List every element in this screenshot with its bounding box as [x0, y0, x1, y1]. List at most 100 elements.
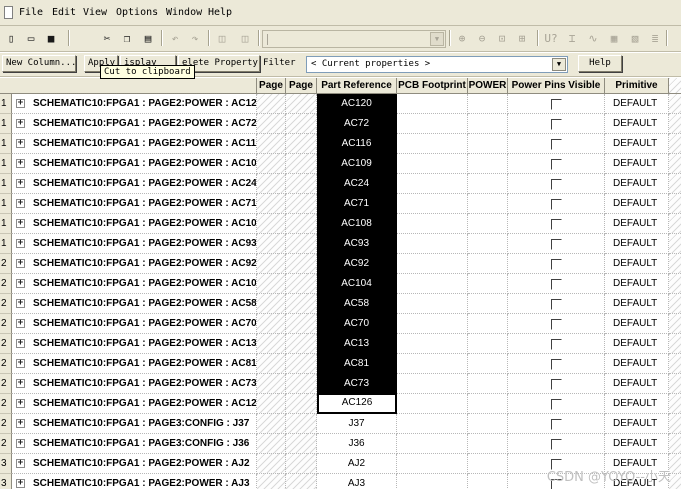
scissors-icon[interactable]: ✂: [98, 29, 116, 47]
place-part-icon[interactable]: ⌶: [563, 29, 581, 47]
power-cell[interactable]: [468, 454, 508, 474]
paste-icon[interactable]: ▤: [139, 29, 157, 47]
open-folder-icon[interactable]: ▭: [22, 29, 40, 47]
part-name-cell[interactable]: + SCHEMATIC10:FPGA1 : PAGE2:POWER : AC58: [12, 294, 257, 314]
page-cell[interactable]: [257, 174, 286, 194]
power-pins-visible-checkbox[interactable]: [551, 179, 562, 190]
page-cell[interactable]: [257, 374, 286, 394]
row-number[interactable]: 2: [0, 314, 12, 334]
pcb-footprint-cell[interactable]: [397, 174, 468, 194]
power-pins-visible-cell[interactable]: [508, 334, 605, 354]
page-cell[interactable]: [257, 354, 286, 374]
part-name-cell[interactable]: + SCHEMATIC10:FPGA1 : PAGE2:POWER : AC81: [12, 354, 257, 374]
primitive-cell[interactable]: DEFAULT: [605, 134, 669, 154]
table-row[interactable]: 2 + SCHEMATIC10:FPGA1 : PAGE2:POWER : AC58…: [0, 294, 681, 314]
save-disk-icon[interactable]: ■: [42, 29, 60, 47]
power-cell[interactable]: [468, 314, 508, 334]
table-row[interactable]: 1 + SCHEMATIC10:FPGA1 : PAGE2:POWER : AC71…: [0, 194, 681, 214]
primitive-cell[interactable]: DEFAULT: [605, 314, 669, 334]
row-number[interactable]: 3: [0, 474, 12, 489]
chevron-down-icon[interactable]: ▼: [430, 32, 444, 46]
power-cell[interactable]: [468, 234, 508, 254]
expand-plus-icon[interactable]: +: [16, 219, 25, 228]
expand-plus-icon[interactable]: +: [16, 99, 25, 108]
power-cell[interactable]: [468, 94, 508, 114]
header-page-1[interactable]: Page: [257, 78, 286, 94]
row-number[interactable]: 2: [0, 294, 12, 314]
part-name-cell[interactable]: + SCHEMATIC10:FPGA1 : PAGE2:POWER : AC72: [12, 114, 257, 134]
power-pins-visible-checkbox[interactable]: [551, 439, 562, 450]
zoom-all-icon[interactable]: ⊞: [513, 29, 531, 47]
page-cell[interactable]: [286, 454, 317, 474]
power-pins-visible-checkbox[interactable]: [551, 339, 562, 350]
power-pins-visible-checkbox[interactable]: [551, 139, 562, 150]
page-cell[interactable]: [286, 354, 317, 374]
row-number[interactable]: 2: [0, 254, 12, 274]
expand-plus-icon[interactable]: +: [16, 279, 25, 288]
layers-icon[interactable]: ▧: [626, 29, 644, 47]
part-name-cell[interactable]: + SCHEMATIC10:FPGA1 : PAGE2:POWER : AC13: [12, 334, 257, 354]
row-number[interactable]: 1: [0, 194, 12, 214]
power-cell[interactable]: [468, 154, 508, 174]
menu-edit[interactable]: Edit: [52, 7, 76, 18]
primitive-cell[interactable]: DEFAULT: [605, 154, 669, 174]
undo-icon[interactable]: ↶: [166, 29, 184, 47]
table-row[interactable]: 1 + SCHEMATIC10:FPGA1 : PAGE2:POWER : AC93…: [0, 234, 681, 254]
part-name-cell[interactable]: + SCHEMATIC10:FPGA1 : PAGE2:POWER : AC116: [12, 134, 257, 154]
power-pins-visible-checkbox[interactable]: [551, 119, 562, 130]
toolbar-combo[interactable]: ▼: [262, 30, 446, 48]
table-row[interactable]: 2 + SCHEMATIC10:FPGA1 : PAGE2:POWER : AC70…: [0, 314, 681, 334]
primitive-cell[interactable]: DEFAULT: [605, 194, 669, 214]
table-row[interactable]: 1 + SCHEMATIC10:FPGA1 : PAGE2:POWER : AC24…: [0, 174, 681, 194]
page-cell[interactable]: [257, 134, 286, 154]
primitive-cell[interactable]: DEFAULT: [605, 414, 669, 434]
page-cell[interactable]: [286, 114, 317, 134]
power-cell[interactable]: [468, 474, 508, 489]
page-cell[interactable]: [257, 194, 286, 214]
part-reference-cell[interactable]: AJ2: [317, 454, 397, 474]
power-cell[interactable]: [468, 294, 508, 314]
power-pins-visible-checkbox[interactable]: [551, 379, 562, 390]
expand-plus-icon[interactable]: +: [16, 119, 25, 128]
part-reference-cell[interactable]: AC81: [317, 354, 397, 374]
part-reference-cell[interactable]: AC93: [317, 234, 397, 254]
primitive-cell[interactable]: DEFAULT: [605, 94, 669, 114]
primitive-cell[interactable]: DEFAULT: [605, 234, 669, 254]
expand-plus-icon[interactable]: +: [16, 259, 25, 268]
zoom-area-icon[interactable]: ⊡: [493, 29, 511, 47]
menu-view[interactable]: View: [83, 7, 107, 18]
page-cell[interactable]: [257, 254, 286, 274]
primitive-cell[interactable]: DEFAULT: [605, 374, 669, 394]
page-cell[interactable]: [257, 234, 286, 254]
pcb-footprint-cell[interactable]: [397, 194, 468, 214]
part-name-cell[interactable]: + SCHEMATIC10:FPGA1 : PAGE2:POWER : AC109: [12, 154, 257, 174]
page-cell[interactable]: [257, 94, 286, 114]
power-pins-visible-cell[interactable]: [508, 394, 605, 414]
pcb-footprint-cell[interactable]: [397, 474, 468, 489]
table-row[interactable]: 2 + SCHEMATIC10:FPGA1 : PAGE2:POWER : AC92…: [0, 254, 681, 274]
part-reference-cell[interactable]: AJ3: [317, 474, 397, 489]
table-row[interactable]: 2 + SCHEMATIC10:FPGA1 : PAGE2:POWER : AC13…: [0, 334, 681, 354]
power-pins-visible-cell[interactable]: [508, 194, 605, 214]
new-document-icon[interactable]: ▯: [2, 29, 20, 47]
table-row[interactable]: 2 + SCHEMATIC10:FPGA1 : PAGE3:CONFIG : J36…: [0, 434, 681, 454]
expand-plus-icon[interactable]: +: [16, 439, 25, 448]
part-reference-cell[interactable]: AC71: [317, 194, 397, 214]
pcb-footprint-cell[interactable]: [397, 134, 468, 154]
row-number[interactable]: 2: [0, 334, 12, 354]
pcb-footprint-cell[interactable]: [397, 94, 468, 114]
power-cell[interactable]: [468, 194, 508, 214]
zoom-in-icon[interactable]: ⊕: [453, 29, 471, 47]
page-cell[interactable]: [257, 114, 286, 134]
part-name-cell[interactable]: + SCHEMATIC10:FPGA1 : PAGE2:POWER : AC104: [12, 274, 257, 294]
power-pins-visible-cell[interactable]: [508, 214, 605, 234]
table-row[interactable]: 1 + SCHEMATIC10:FPGA1 : PAGE2:POWER : AC10…: [0, 214, 681, 234]
primitive-cell[interactable]: DEFAULT: [605, 354, 669, 374]
power-pins-visible-checkbox[interactable]: [551, 99, 562, 110]
page-cell[interactable]: [257, 334, 286, 354]
pcb-footprint-cell[interactable]: [397, 374, 468, 394]
table-row[interactable]: 1 + SCHEMATIC10:FPGA1 : PAGE2:POWER : AC12…: [0, 94, 681, 114]
split-columns-icon[interactable]: ◫: [236, 29, 254, 47]
row-number[interactable]: 3: [0, 454, 12, 474]
part-reference-cell[interactable]: AC70: [317, 314, 397, 334]
